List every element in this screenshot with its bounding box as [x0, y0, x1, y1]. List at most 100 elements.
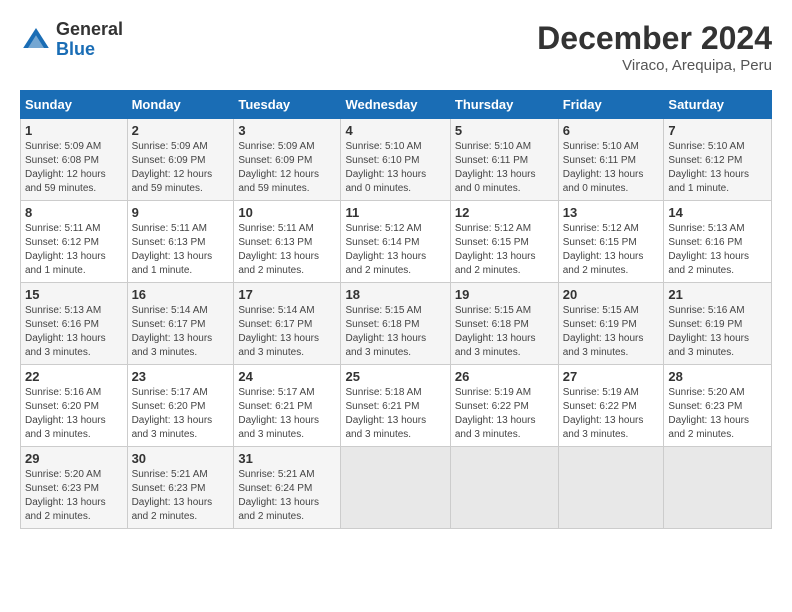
- day-info: Sunrise: 5:09 AM Sunset: 6:09 PM Dayligh…: [132, 140, 230, 196]
- day-number: 2: [132, 123, 230, 138]
- day-number: 10: [238, 205, 336, 220]
- logo-general: General: [56, 20, 123, 40]
- day-info: Sunrise: 5:11 AM Sunset: 6:13 PM Dayligh…: [132, 222, 230, 278]
- day-number: 14: [668, 205, 767, 220]
- day-info: Sunrise: 5:19 AM Sunset: 6:22 PM Dayligh…: [455, 386, 554, 442]
- calendar-day-cell: 24 Sunrise: 5:17 AM Sunset: 6:21 PM Dayli…: [234, 365, 341, 447]
- day-number: 19: [455, 287, 554, 302]
- day-of-week-header: Thursday: [450, 91, 558, 119]
- calendar-day-cell: 17 Sunrise: 5:14 AM Sunset: 6:17 PM Dayli…: [234, 283, 341, 365]
- calendar-day-cell: 4Sunrise: 5:10 AM Sunset: 6:10 PM Daylig…: [341, 119, 450, 201]
- day-number: 3: [238, 123, 336, 138]
- calendar-week-row: 8 Sunrise: 5:11 AM Sunset: 6:12 PM Daylig…: [21, 201, 772, 283]
- calendar-week-row: 15Sunrise: 5:13 AM Sunset: 6:16 PM Dayli…: [21, 283, 772, 365]
- calendar-day-cell: [558, 447, 664, 529]
- day-number: 29: [25, 451, 123, 466]
- day-info: Sunrise: 5:21 AM Sunset: 6:23 PM Dayligh…: [132, 468, 230, 524]
- calendar-day-cell: 31 Sunrise: 5:21 AM Sunset: 6:24 PM Dayli…: [234, 447, 341, 529]
- title-block: December 2024 Viraco, Arequipa, Peru: [537, 20, 772, 74]
- day-info: Sunrise: 5:11 AM Sunset: 6:12 PM Dayligh…: [25, 222, 123, 278]
- day-number: 8: [25, 205, 123, 220]
- day-number: 26: [455, 369, 554, 384]
- day-info: Sunrise: 5:16 AM Sunset: 6:19 PM Dayligh…: [668, 304, 767, 360]
- location: Viraco, Arequipa, Peru: [537, 57, 772, 74]
- calendar-week-row: 1Sunrise: 5:09 AM Sunset: 6:08 PM Daylig…: [21, 119, 772, 201]
- day-number: 4: [345, 123, 445, 138]
- day-info: Sunrise: 5:21 AM Sunset: 6:24 PM Dayligh…: [238, 468, 336, 524]
- day-number: 18: [345, 287, 445, 302]
- day-of-week-header: Tuesday: [234, 91, 341, 119]
- day-info: Sunrise: 5:15 AM Sunset: 6:18 PM Dayligh…: [345, 304, 445, 360]
- calendar-day-cell: 27Sunrise: 5:19 AM Sunset: 6:22 PM Dayli…: [558, 365, 664, 447]
- day-info: Sunrise: 5:15 AM Sunset: 6:18 PM Dayligh…: [455, 304, 554, 360]
- day-of-week-header: Monday: [127, 91, 234, 119]
- calendar-day-cell: 15Sunrise: 5:13 AM Sunset: 6:16 PM Dayli…: [21, 283, 128, 365]
- calendar-day-cell: 19 Sunrise: 5:15 AM Sunset: 6:18 PM Dayli…: [450, 283, 558, 365]
- day-number: 12: [455, 205, 554, 220]
- day-info: Sunrise: 5:16 AM Sunset: 6:20 PM Dayligh…: [25, 386, 123, 442]
- calendar-day-cell: [450, 447, 558, 529]
- day-number: 13: [563, 205, 660, 220]
- day-of-week-header: Sunday: [21, 91, 128, 119]
- calendar-day-cell: 12Sunrise: 5:12 AM Sunset: 6:15 PM Dayli…: [450, 201, 558, 283]
- calendar-day-cell: 2 Sunrise: 5:09 AM Sunset: 6:09 PM Daylig…: [127, 119, 234, 201]
- day-number: 25: [345, 369, 445, 384]
- calendar-header-row: SundayMondayTuesdayWednesdayThursdayFrid…: [21, 91, 772, 119]
- logo-icon: [20, 24, 52, 56]
- calendar-week-row: 22 Sunrise: 5:16 AM Sunset: 6:20 PM Dayli…: [21, 365, 772, 447]
- calendar-day-cell: 25 Sunrise: 5:18 AM Sunset: 6:21 PM Dayli…: [341, 365, 450, 447]
- calendar-day-cell: 10 Sunrise: 5:11 AM Sunset: 6:13 PM Dayli…: [234, 201, 341, 283]
- calendar-day-cell: 5 Sunrise: 5:10 AM Sunset: 6:11 PM Daylig…: [450, 119, 558, 201]
- calendar-day-cell: 30 Sunrise: 5:21 AM Sunset: 6:23 PM Dayli…: [127, 447, 234, 529]
- day-info: Sunrise: 5:09 AM Sunset: 6:09 PM Dayligh…: [238, 140, 336, 196]
- page-header: General Blue December 2024 Viraco, Arequ…: [20, 20, 772, 74]
- calendar-day-cell: 11Sunrise: 5:12 AM Sunset: 6:14 PM Dayli…: [341, 201, 450, 283]
- calendar-day-cell: 14 Sunrise: 5:13 AM Sunset: 6:16 PM Dayli…: [664, 201, 772, 283]
- day-info: Sunrise: 5:11 AM Sunset: 6:13 PM Dayligh…: [238, 222, 336, 278]
- logo-blue: Blue: [56, 40, 123, 60]
- day-number: 6: [563, 123, 660, 138]
- day-info: Sunrise: 5:13 AM Sunset: 6:16 PM Dayligh…: [668, 222, 767, 278]
- day-info: Sunrise: 5:17 AM Sunset: 6:21 PM Dayligh…: [238, 386, 336, 442]
- logo-text: General Blue: [56, 20, 123, 60]
- calendar-day-cell: 21 Sunrise: 5:16 AM Sunset: 6:19 PM Dayli…: [664, 283, 772, 365]
- calendar-day-cell: 23 Sunrise: 5:17 AM Sunset: 6:20 PM Dayli…: [127, 365, 234, 447]
- day-number: 27: [563, 369, 660, 384]
- calendar-day-cell: 7Sunrise: 5:10 AM Sunset: 6:12 PM Daylig…: [664, 119, 772, 201]
- calendar-day-cell: [664, 447, 772, 529]
- calendar-body: 1Sunrise: 5:09 AM Sunset: 6:08 PM Daylig…: [21, 119, 772, 529]
- day-info: Sunrise: 5:20 AM Sunset: 6:23 PM Dayligh…: [668, 386, 767, 442]
- day-number: 20: [563, 287, 660, 302]
- day-number: 5: [455, 123, 554, 138]
- calendar-day-cell: 9 Sunrise: 5:11 AM Sunset: 6:13 PM Daylig…: [127, 201, 234, 283]
- day-number: 21: [668, 287, 767, 302]
- day-number: 30: [132, 451, 230, 466]
- calendar-day-cell: 6Sunrise: 5:10 AM Sunset: 6:11 PM Daylig…: [558, 119, 664, 201]
- day-number: 9: [132, 205, 230, 220]
- day-info: Sunrise: 5:15 AM Sunset: 6:19 PM Dayligh…: [563, 304, 660, 360]
- calendar-day-cell: [341, 447, 450, 529]
- calendar-day-cell: 3 Sunrise: 5:09 AM Sunset: 6:09 PM Daylig…: [234, 119, 341, 201]
- day-number: 7: [668, 123, 767, 138]
- day-info: Sunrise: 5:18 AM Sunset: 6:21 PM Dayligh…: [345, 386, 445, 442]
- calendar-day-cell: 16 Sunrise: 5:14 AM Sunset: 6:17 PM Dayli…: [127, 283, 234, 365]
- day-info: Sunrise: 5:17 AM Sunset: 6:20 PM Dayligh…: [132, 386, 230, 442]
- day-info: Sunrise: 5:13 AM Sunset: 6:16 PM Dayligh…: [25, 304, 123, 360]
- day-number: 24: [238, 369, 336, 384]
- day-number: 22: [25, 369, 123, 384]
- day-number: 23: [132, 369, 230, 384]
- calendar-day-cell: 20 Sunrise: 5:15 AM Sunset: 6:19 PM Dayli…: [558, 283, 664, 365]
- calendar-day-cell: 13Sunrise: 5:12 AM Sunset: 6:15 PM Dayli…: [558, 201, 664, 283]
- day-info: Sunrise: 5:10 AM Sunset: 6:11 PM Dayligh…: [455, 140, 554, 196]
- day-info: Sunrise: 5:14 AM Sunset: 6:17 PM Dayligh…: [238, 304, 336, 360]
- day-number: 31: [238, 451, 336, 466]
- day-number: 16: [132, 287, 230, 302]
- day-number: 17: [238, 287, 336, 302]
- day-number: 28: [668, 369, 767, 384]
- day-info: Sunrise: 5:14 AM Sunset: 6:17 PM Dayligh…: [132, 304, 230, 360]
- month-title: December 2024: [537, 20, 772, 57]
- day-number: 11: [345, 205, 445, 220]
- calendar-day-cell: 18 Sunrise: 5:15 AM Sunset: 6:18 PM Dayli…: [341, 283, 450, 365]
- calendar-day-cell: 29Sunrise: 5:20 AM Sunset: 6:23 PM Dayli…: [21, 447, 128, 529]
- calendar-day-cell: 22 Sunrise: 5:16 AM Sunset: 6:20 PM Dayli…: [21, 365, 128, 447]
